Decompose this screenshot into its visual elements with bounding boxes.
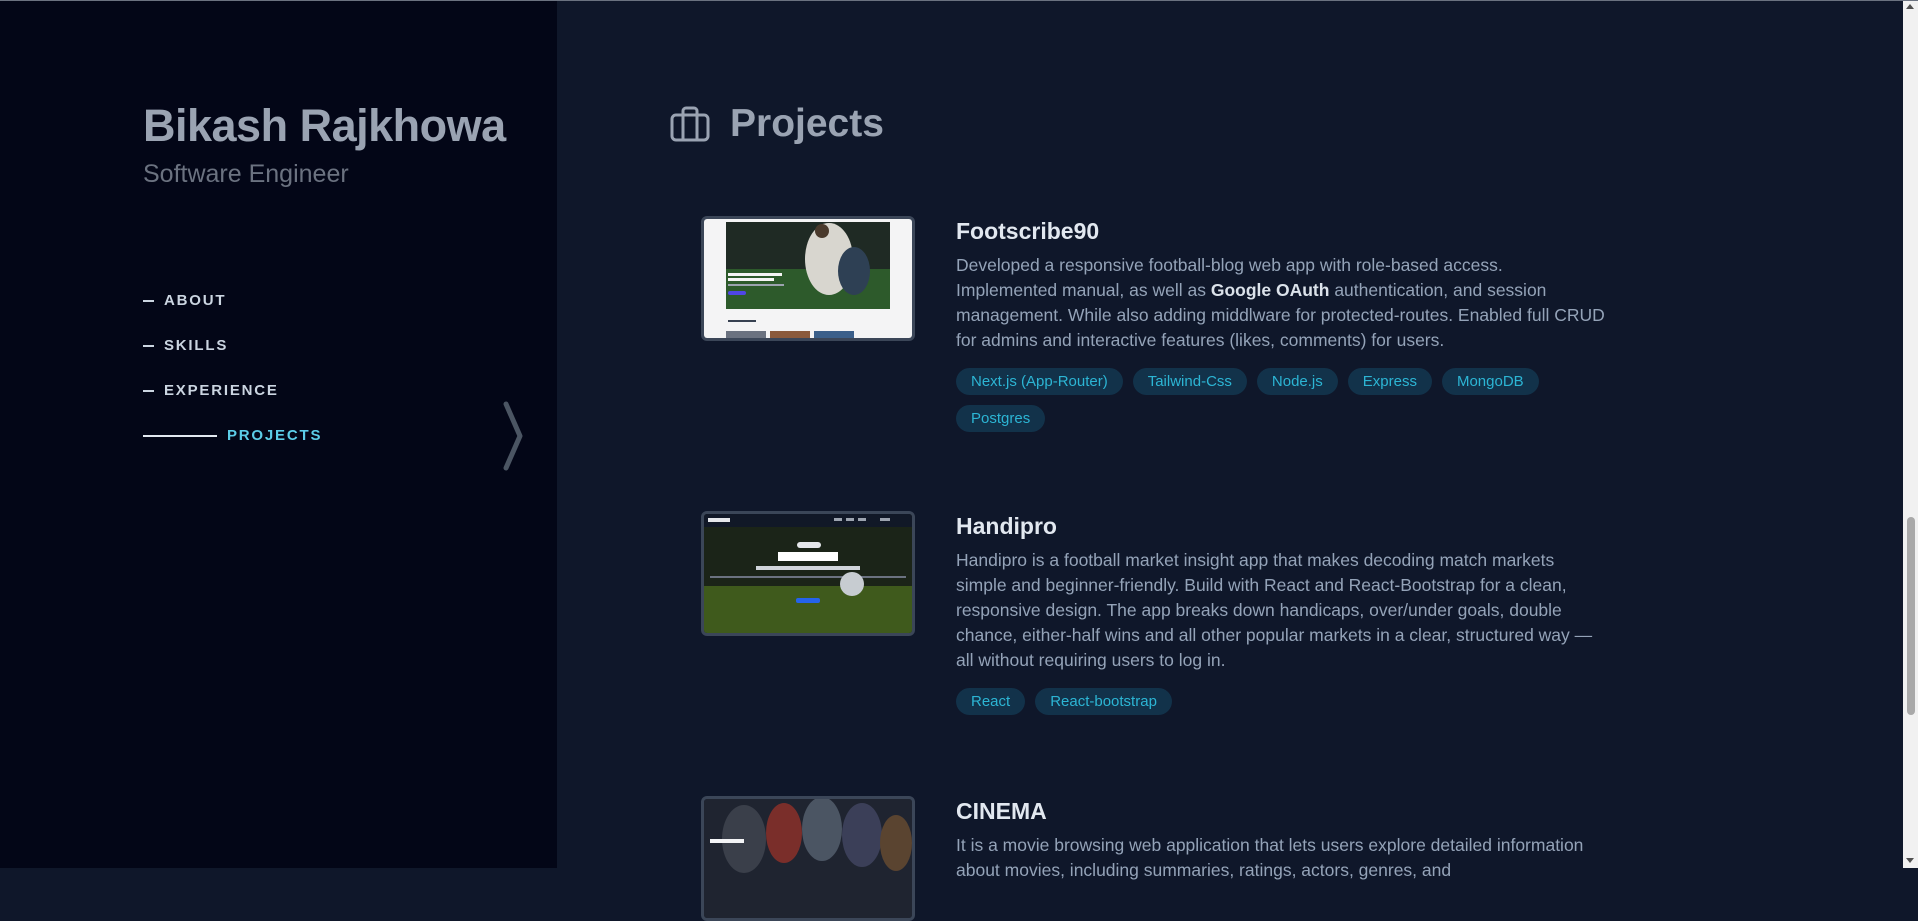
tech-tag: Tailwind-Css — [1132, 368, 1247, 395]
footscribe-screenshot — [704, 219, 912, 338]
section-header: Projects — [670, 102, 884, 146]
scroll-down-arrow-icon[interactable] — [1906, 858, 1914, 863]
scroll-up-arrow-icon[interactable] — [1906, 4, 1914, 9]
nav-indicator-line — [143, 344, 154, 347]
tech-tag: MongoDB — [1441, 368, 1539, 395]
project-body: CINEMA It is a movie browsing web applic… — [956, 796, 1606, 883]
tech-tags: React React-bootstrap — [956, 688, 1606, 715]
section-title: Projects — [730, 102, 884, 145]
project-description: Handipro is a football market insight ap… — [956, 550, 1593, 670]
project-title[interactable]: Footscribe90 — [956, 218, 1606, 245]
nav-item-skills[interactable]: SKILLS — [143, 337, 228, 354]
nav-indicator-line — [143, 389, 154, 392]
nav-item-projects[interactable]: PROJECTS — [143, 427, 322, 444]
nav-item-label: EXPERIENCE — [164, 382, 279, 399]
nav-item-label: SKILLS — [164, 337, 229, 354]
project-thumbnail[interactable] — [701, 216, 915, 341]
nav-item-label: PROJECTS — [227, 427, 323, 444]
sidebar: Bikash Rajkhowa Software Engineer ABOUT … — [0, 0, 557, 868]
briefcase-icon — [670, 106, 710, 142]
main-content: Projects Footscribe90 Developed a respon… — [557, 0, 1903, 921]
project-title[interactable]: CINEMA — [956, 798, 1606, 825]
nav-item-label: ABOUT — [164, 292, 227, 309]
window-top-border — [0, 0, 1918, 1]
project-body: Handipro Handipro is a football market i… — [956, 511, 1606, 715]
chevron-right-icon[interactable] — [498, 400, 526, 472]
scrollbar[interactable] — [1903, 0, 1918, 868]
nav-indicator-line — [143, 299, 154, 302]
nav-item-about[interactable]: ABOUT — [143, 292, 226, 309]
cinema-screenshot — [704, 799, 912, 918]
project-body: Footscribe90 Developed a responsive foot… — [956, 216, 1606, 432]
tech-tag: Express — [1347, 368, 1432, 395]
project-thumbnail[interactable] — [701, 796, 915, 921]
nav-item-experience[interactable]: EXPERIENCE — [143, 382, 279, 399]
tech-tag: Node.js — [1256, 368, 1338, 395]
nav-indicator-line — [143, 434, 217, 437]
profile-name: Bikash Rajkhowa — [143, 100, 506, 151]
project-description: It is a movie browsing web application t… — [956, 835, 1584, 880]
tech-tag: Next.js (App-Router) — [956, 368, 1123, 395]
project-description: Developed a responsive football-blog web… — [956, 253, 1606, 353]
tech-tag: React — [956, 688, 1026, 715]
tech-tag: Postgres — [956, 405, 1046, 432]
description-highlight: Google OAuth — [1210, 280, 1330, 300]
project-thumbnail[interactable] — [701, 511, 915, 636]
profile-role: Software Engineer — [143, 160, 349, 188]
tech-tag: React-bootstrap — [1035, 688, 1172, 715]
scrollbar-thumb[interactable] — [1907, 517, 1915, 715]
project-title[interactable]: Handipro — [956, 513, 1606, 540]
tech-tags: Next.js (App-Router) Tailwind-Css Node.j… — [956, 368, 1606, 432]
handipro-screenshot — [704, 514, 912, 633]
